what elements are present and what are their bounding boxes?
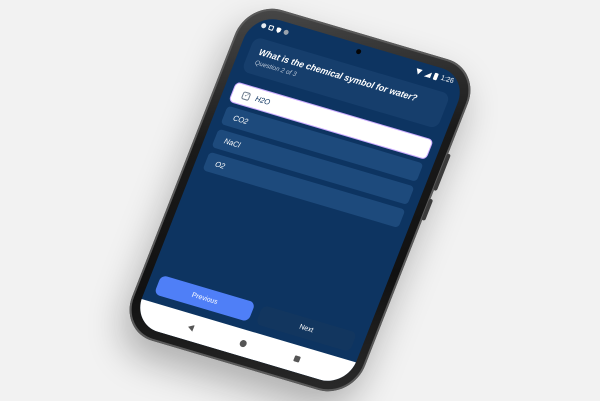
status-left-icons	[260, 22, 290, 36]
status-time: 1:26	[439, 74, 455, 86]
option-label: NaCl	[222, 136, 242, 150]
app-notification-icon	[267, 24, 275, 32]
status-right-icons: 1:26	[414, 67, 455, 85]
battery-icon	[432, 72, 440, 81]
shield-icon	[275, 27, 282, 34]
option-label: O2	[213, 159, 227, 171]
recents-icon[interactable]	[292, 355, 301, 363]
gear-notification-icon	[260, 22, 268, 29]
wifi-icon	[414, 68, 423, 76]
phone-screen: 1:26 What is the chemical symbol for wat…	[131, 12, 469, 388]
home-icon[interactable]	[239, 338, 249, 348]
phone-device: 1:26 What is the chemical symbol for wat…	[118, 0, 482, 400]
check-icon: ✓	[241, 90, 252, 101]
option-label: CO2	[231, 113, 250, 127]
back-icon[interactable]	[187, 323, 195, 331]
circle-notification-icon	[282, 29, 290, 36]
volume-button	[421, 198, 434, 221]
signal-icon	[424, 70, 433, 78]
option-label: H2O	[253, 94, 272, 107]
